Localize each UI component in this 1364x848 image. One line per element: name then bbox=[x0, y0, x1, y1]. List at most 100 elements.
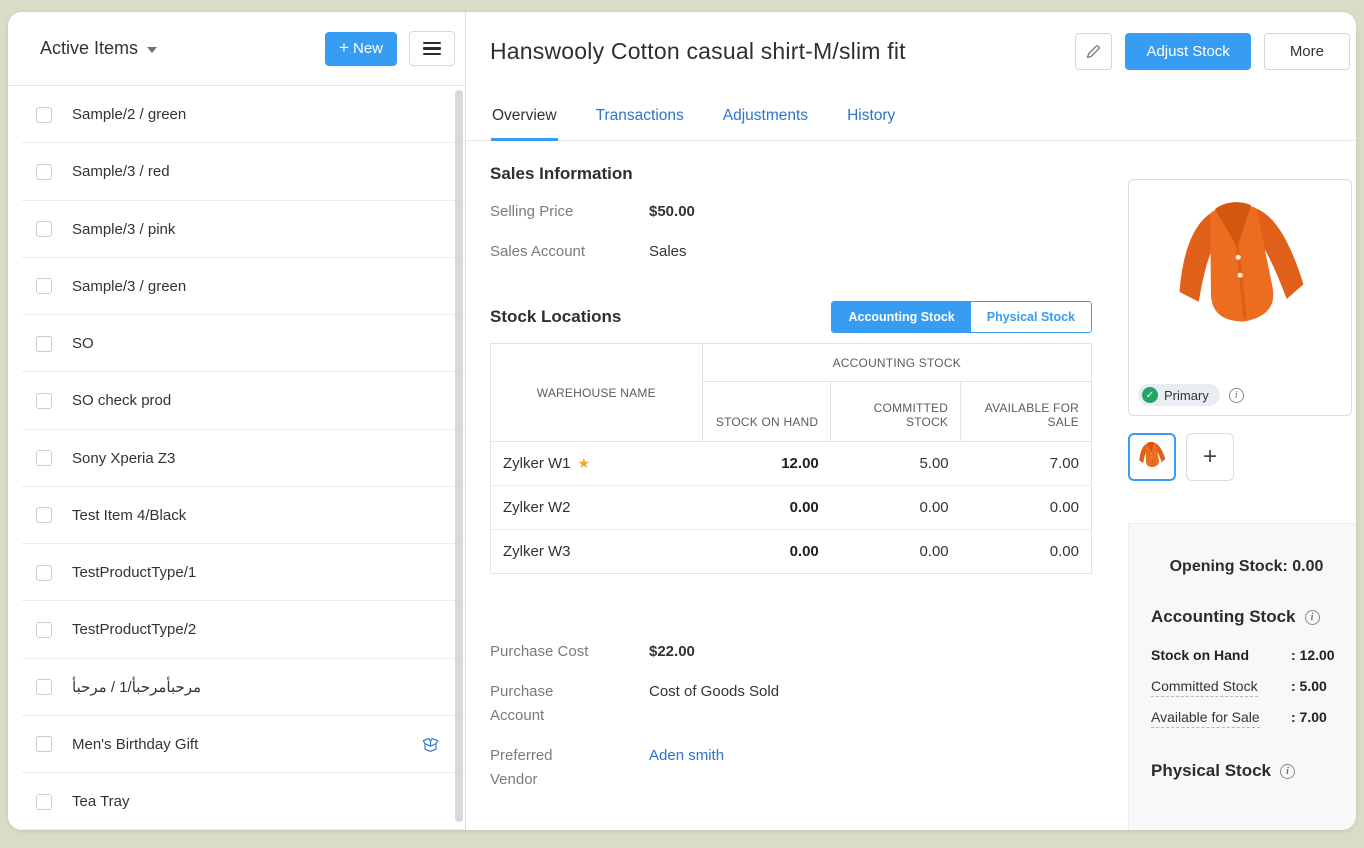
warehouse-row: Zylker W1★ 12.00 5.00 7.00 bbox=[491, 442, 1092, 486]
item-checkbox[interactable] bbox=[36, 794, 52, 810]
warehouse-name-header: WAREHOUSE NAME bbox=[491, 344, 703, 442]
list-item[interactable]: Tea Tray bbox=[8, 773, 465, 830]
field-label: Sales Account bbox=[490, 240, 649, 264]
app-window: Active Items + New Sample/2 / green Samp… bbox=[8, 12, 1356, 830]
product-image-card[interactable]: ✓ Primary i bbox=[1128, 179, 1352, 416]
list-item[interactable]: TestProductType/2 bbox=[8, 601, 465, 658]
primary-badge: ✓ Primary bbox=[1138, 384, 1220, 406]
list-item[interactable]: Sample/3 / red bbox=[8, 143, 465, 200]
list-item-label: Sample/3 / green bbox=[72, 278, 186, 295]
left-list-scrollbar[interactable] bbox=[455, 90, 463, 822]
items-list-panel: Active Items + New Sample/2 / green Samp… bbox=[8, 12, 466, 830]
add-image-button[interactable]: + bbox=[1186, 433, 1234, 481]
item-checkbox[interactable] bbox=[36, 736, 52, 752]
list-item-label: TestProductType/2 bbox=[72, 621, 196, 638]
image-thumbnails: + bbox=[1128, 433, 1356, 481]
sales-fields: Selling Price $50.00 Sales Account Sales bbox=[490, 200, 1128, 264]
item-checkbox[interactable] bbox=[36, 164, 52, 180]
list-item[interactable]: TestProductType/1 bbox=[8, 544, 465, 601]
plus-icon: + bbox=[339, 38, 349, 58]
item-checkbox[interactable] bbox=[36, 507, 52, 523]
list-item-label: Sample/3 / red bbox=[72, 163, 170, 180]
warehouse-name: Zylker W3 bbox=[503, 543, 571, 560]
list-item[interactable]: SO check prod bbox=[8, 372, 465, 429]
physical-stock-info-icon[interactable]: i bbox=[1280, 764, 1295, 779]
accounting-stock-heading: Accounting Stock i bbox=[1151, 607, 1342, 627]
toggle-physical-stock[interactable]: Physical Stock bbox=[971, 302, 1091, 332]
committed-stock-value: 0.00 bbox=[831, 486, 961, 530]
available-for-sale-value: 0.00 bbox=[961, 486, 1092, 530]
list-item[interactable]: Men's Birthday Gift bbox=[8, 716, 465, 773]
warehouse-rows: Zylker W1★ 12.00 5.00 7.00 Zylker W2 0.0… bbox=[491, 442, 1092, 574]
stock-summary-row: Available for Sale : 7.00 bbox=[1151, 709, 1342, 725]
product-image bbox=[1148, 190, 1332, 358]
edit-button[interactable] bbox=[1075, 33, 1112, 70]
list-item-label: Test Item 4/Black bbox=[72, 507, 186, 524]
list-item-label: TestProductType/1 bbox=[72, 564, 196, 581]
tabs: Overview Transactions Adjustments History bbox=[466, 91, 1356, 141]
field-value: Cost of Goods Sold bbox=[649, 680, 779, 728]
warehouse-stock-table: WAREHOUSE NAME ACCOUNTING STOCK STOCK ON… bbox=[490, 343, 1092, 574]
field-row: Purchase Cost $22.00 bbox=[490, 640, 1092, 664]
accounting-stock-info-icon[interactable]: i bbox=[1305, 610, 1320, 625]
item-checkbox[interactable] bbox=[36, 450, 52, 466]
field-row: Purchase Account Cost of Goods Sold bbox=[490, 680, 1092, 728]
field-value: Sales bbox=[649, 240, 687, 264]
new-item-button[interactable]: + New bbox=[325, 32, 397, 66]
item-checkbox[interactable] bbox=[36, 221, 52, 237]
tab-overview[interactable]: Overview bbox=[491, 107, 558, 140]
hamburger-icon bbox=[423, 42, 441, 45]
item-checkbox[interactable] bbox=[36, 679, 52, 695]
items-list-header: Active Items + New bbox=[8, 12, 465, 86]
stock-locations-header-row: Stock Locations Accounting StockPhysical… bbox=[490, 301, 1092, 333]
warehouse-row: Zylker W3 0.00 0.00 0.00 bbox=[491, 530, 1092, 574]
warehouse-name: Zylker W2 bbox=[503, 499, 571, 516]
adjust-stock-button[interactable]: Adjust Stock bbox=[1125, 33, 1250, 70]
chevron-down-icon bbox=[147, 47, 157, 53]
more-button[interactable]: More bbox=[1264, 33, 1350, 70]
check-icon: ✓ bbox=[1142, 387, 1158, 403]
active-items-dropdown[interactable]: Active Items bbox=[40, 38, 157, 59]
available-for-sale-value: 7.00 bbox=[961, 442, 1092, 486]
available-for-sale-value: 0.00 bbox=[961, 530, 1092, 574]
pencil-icon bbox=[1085, 43, 1102, 60]
warehouse-name: Zylker W1 bbox=[503, 455, 571, 472]
opening-stock: Opening Stock: 0.00 bbox=[1151, 558, 1342, 576]
list-item-label: Sony Xperia Z3 bbox=[72, 450, 175, 467]
primary-info-icon[interactable]: i bbox=[1229, 388, 1244, 403]
list-item-label: Sample/3 / pink bbox=[72, 221, 175, 238]
item-detail-header: Hanswooly Cotton casual shirt-M/slim fit… bbox=[466, 12, 1356, 91]
image-thumbnail[interactable] bbox=[1128, 433, 1176, 481]
stock-on-hand-value: 12.00 bbox=[702, 442, 831, 486]
item-checkbox[interactable] bbox=[36, 336, 52, 352]
list-item[interactable]: Sony Xperia Z3 bbox=[8, 430, 465, 487]
list-item[interactable]: SO bbox=[8, 315, 465, 372]
tab-adjustments[interactable]: Adjustments bbox=[722, 107, 809, 140]
item-checkbox[interactable] bbox=[36, 107, 52, 123]
field-row: Selling Price $50.00 bbox=[490, 200, 1092, 224]
field-value: $22.00 bbox=[649, 640, 695, 664]
stock-type-toggle: Accounting StockPhysical Stock bbox=[831, 301, 1092, 333]
committed-stock-value: 0.00 bbox=[831, 530, 961, 574]
list-item[interactable]: Sample/3 / pink bbox=[8, 201, 465, 258]
item-checkbox[interactable] bbox=[36, 393, 52, 409]
item-checkbox[interactable] bbox=[36, 565, 52, 581]
stock-locations-heading: Stock Locations bbox=[490, 307, 621, 327]
list-item[interactable]: مرحبأمرحبأ/1 / مرحبأ bbox=[8, 659, 465, 716]
item-checkbox[interactable] bbox=[36, 278, 52, 294]
list-item[interactable]: Sample/3 / green bbox=[8, 258, 465, 315]
list-item[interactable]: Sample/2 / green bbox=[8, 86, 465, 143]
tab-history[interactable]: History bbox=[846, 107, 896, 140]
field-row: Sales Account Sales bbox=[490, 240, 1092, 264]
stock-on-hand-value: 0.00 bbox=[702, 486, 831, 530]
toggle-accounting-stock[interactable]: Accounting Stock bbox=[832, 302, 970, 332]
warehouse-row: Zylker W2 0.00 0.00 0.00 bbox=[491, 486, 1092, 530]
sales-information-heading: Sales Information bbox=[490, 164, 1128, 184]
image-badge-row: ✓ Primary i bbox=[1138, 384, 1244, 406]
available-for-sale-header: AVAILABLE FOR SALE bbox=[961, 382, 1092, 442]
list-item[interactable]: Test Item 4/Black bbox=[8, 487, 465, 544]
list-menu-button[interactable] bbox=[409, 31, 455, 66]
preferred-vendor-link[interactable]: Aden smith bbox=[649, 744, 724, 792]
tab-transactions[interactable]: Transactions bbox=[595, 107, 685, 140]
item-checkbox[interactable] bbox=[36, 622, 52, 638]
